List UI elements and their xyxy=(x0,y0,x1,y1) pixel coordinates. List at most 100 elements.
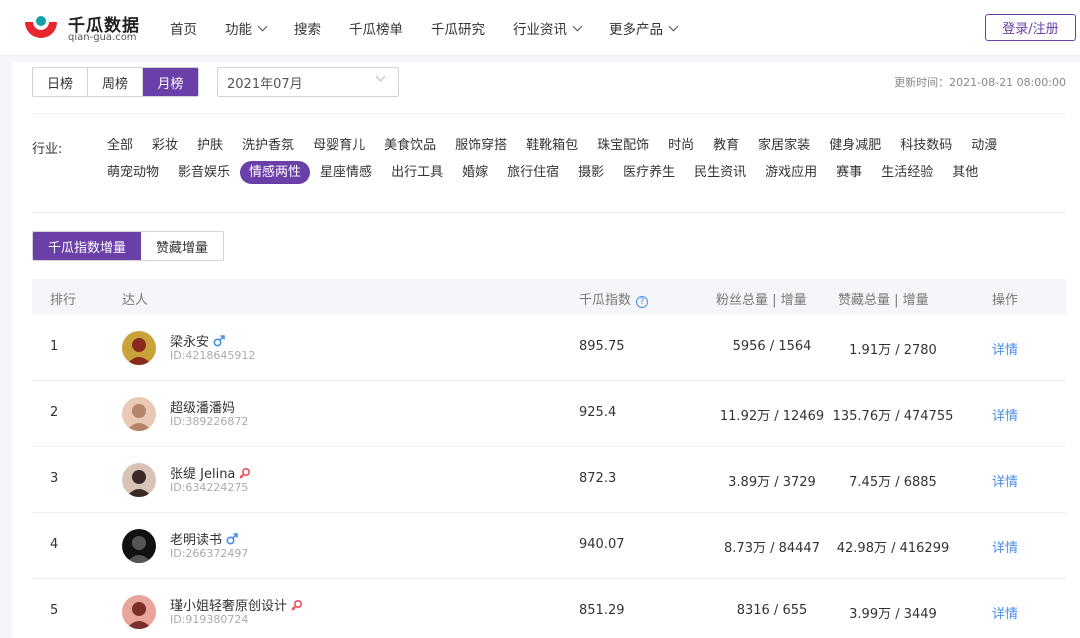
period-button-2[interactable]: 月榜 xyxy=(143,68,198,96)
industry-tag[interactable]: 动漫 xyxy=(962,134,1006,157)
female-icon xyxy=(239,467,251,479)
chevron-down-icon xyxy=(572,21,583,31)
industry-tag[interactable]: 医疗养生 xyxy=(614,161,684,184)
industry-tag[interactable]: 时尚 xyxy=(659,134,703,157)
industry-tag[interactable]: 其他 xyxy=(943,161,987,184)
industry-tag[interactable]: 旅行住宿 xyxy=(498,161,568,184)
nav-item-label: 功能 xyxy=(225,22,252,38)
nav-item-label: 千瓜研究 xyxy=(431,22,485,38)
likes-cell: 135.76万 / 474755 xyxy=(832,409,954,424)
male-icon xyxy=(226,532,238,545)
industry-tag[interactable]: 民生资讯 xyxy=(685,161,755,184)
influencer-name-text: 梁永安 xyxy=(170,335,210,350)
avatar[interactable] xyxy=(122,397,156,431)
industry-tag[interactable]: 鞋靴箱包 xyxy=(517,134,587,157)
influencer-id: ID:919380724 xyxy=(170,613,249,626)
header-fans: 粉丝总量 | 增量 xyxy=(716,293,807,308)
nav-item-6[interactable]: 更多产品 xyxy=(609,18,679,38)
industry-label: 行业: xyxy=(32,142,63,157)
influencer-name-text: 瑾小姐轻奢原创设计 xyxy=(170,599,288,614)
nav-item-5[interactable]: 行业资讯 xyxy=(513,18,583,38)
industry-tag[interactable]: 美食饮品 xyxy=(375,134,445,157)
table-row: 3 张缇 Jelina ID:634224275 872.3 3.89万 / 3729 7… xyxy=(32,447,1066,513)
divider xyxy=(32,113,1066,114)
header-index: 千瓜指数? xyxy=(579,289,649,308)
nav-item-label: 行业资讯 xyxy=(513,22,567,38)
male-icon xyxy=(213,334,225,347)
detail-link[interactable]: 详情 xyxy=(992,405,1018,424)
question-icon[interactable]: ? xyxy=(636,296,649,308)
header-index-label: 千瓜指数 xyxy=(579,293,632,308)
index-cell: 940.07 xyxy=(579,537,625,552)
likes-cell: 42.98万 / 416299 xyxy=(836,541,950,556)
influencer-name[interactable]: 张缇 Jelina xyxy=(170,463,251,482)
industry-tag[interactable]: 情感两性 xyxy=(240,161,311,184)
metric-tabs: 千瓜指数增量 赞藏增量 xyxy=(32,231,225,261)
industry-tag[interactable]: 摄影 xyxy=(569,161,613,184)
logo-icon xyxy=(25,16,57,38)
industry-tag[interactable]: 萌宠动物 xyxy=(98,161,168,184)
nav-item-3[interactable]: 千瓜榜单 xyxy=(349,18,403,38)
chevron-down-icon xyxy=(668,21,679,31)
period-button-0[interactable]: 日榜 xyxy=(33,68,88,96)
table-header: 排行 达人 千瓜指数? 粉丝总量 | 增量 赞藏总量 | 增量 操作 xyxy=(32,279,1066,315)
detail-link[interactable]: 详情 xyxy=(992,537,1018,556)
female-icon xyxy=(291,599,303,611)
period-button-1[interactable]: 周榜 xyxy=(88,68,143,96)
industry-tag[interactable]: 星座情感 xyxy=(311,161,381,184)
influencer-name[interactable]: 瑾小姐轻奢原创设计 xyxy=(170,595,303,614)
header-action: 操作 xyxy=(992,293,1019,308)
industry-tag[interactable]: 婚嫁 xyxy=(453,161,497,184)
industry-tag[interactable]: 科技数码 xyxy=(891,134,961,157)
industry-tag[interactable]: 影音娱乐 xyxy=(169,161,239,184)
avatar[interactable] xyxy=(122,463,156,497)
industry-tag[interactable]: 珠宝配饰 xyxy=(588,134,658,157)
nav-item-0[interactable]: 首页 xyxy=(170,18,197,38)
chevron-down-icon xyxy=(257,21,268,31)
detail-link[interactable]: 详情 xyxy=(992,603,1018,622)
industry-tag[interactable]: 游戏应用 xyxy=(756,161,826,184)
industry-tag[interactable]: 出行工具 xyxy=(382,161,452,184)
influencer-name[interactable]: 超级潘潘妈 xyxy=(170,397,235,416)
influencer-name[interactable]: 老明读书 xyxy=(170,529,238,548)
industry-tag[interactable]: 生活经验 xyxy=(872,161,942,184)
industry-tag[interactable]: 教育 xyxy=(704,134,748,157)
rank-cell: 4 xyxy=(50,537,59,552)
header-likes: 赞藏总量 | 增量 xyxy=(838,293,929,308)
industry-tag[interactable]: 赛事 xyxy=(827,161,871,184)
avatar[interactable] xyxy=(122,595,156,629)
nav-item-2[interactable]: 搜索 xyxy=(294,18,321,38)
avatar[interactable] xyxy=(122,331,156,365)
month-select[interactable]: 2021年07月 xyxy=(217,67,399,97)
metric-tab-0[interactable]: 千瓜指数增量 xyxy=(33,232,142,260)
login-register-button[interactable]: 登录/注册 xyxy=(985,14,1076,41)
likes-cell: 7.45万 / 6885 xyxy=(849,475,937,490)
metric-tab-1[interactable]: 赞藏增量 xyxy=(141,232,223,260)
industry-tag[interactable]: 家居家装 xyxy=(749,134,819,157)
logo-domain: qian-gua.com xyxy=(68,32,137,43)
industry-tag[interactable]: 健身减肥 xyxy=(820,134,890,157)
industry-tag[interactable]: 彩妆 xyxy=(143,134,187,157)
detail-link[interactable]: 详情 xyxy=(992,471,1018,490)
likes-cell: 1.91万 / 2780 xyxy=(849,343,937,358)
index-cell: 925.4 xyxy=(579,405,617,420)
influencer-name[interactable]: 梁永安 xyxy=(170,331,225,350)
nav-item-label: 千瓜榜单 xyxy=(349,22,403,38)
industry-tag[interactable]: 全部 xyxy=(98,134,142,157)
index-cell: 872.3 xyxy=(579,471,617,486)
top-header: 千瓜数据 qian-gua.com 首页 功能 搜索 千瓜榜单 千瓜研究 行业资讯 更多产品… xyxy=(0,0,1080,56)
detail-link[interactable]: 详情 xyxy=(992,339,1018,358)
header-rank: 排行 xyxy=(50,293,77,308)
industry-tag[interactable]: 服饰穿搭 xyxy=(446,134,516,157)
logo[interactable]: 千瓜数据 qian-gua.com xyxy=(22,10,142,46)
industry-tag[interactable]: 护肤 xyxy=(188,134,232,157)
nav-item-4[interactable]: 千瓜研究 xyxy=(431,18,485,38)
industry-tag[interactable]: 洗护香氛 xyxy=(233,134,303,157)
nav-item-1[interactable]: 功能 xyxy=(225,18,268,38)
likes-cell: 3.99万 / 3449 xyxy=(849,607,937,622)
industry-tag[interactable]: 母婴育儿 xyxy=(304,134,374,157)
ranking-table: 排行 达人 千瓜指数? 粉丝总量 | 增量 赞藏总量 | 增量 操作 1 梁永安 I… xyxy=(32,279,1066,638)
nav-item-label: 搜索 xyxy=(294,22,321,38)
month-select-value: 2021年07月 xyxy=(227,76,303,92)
avatar[interactable] xyxy=(122,529,156,563)
